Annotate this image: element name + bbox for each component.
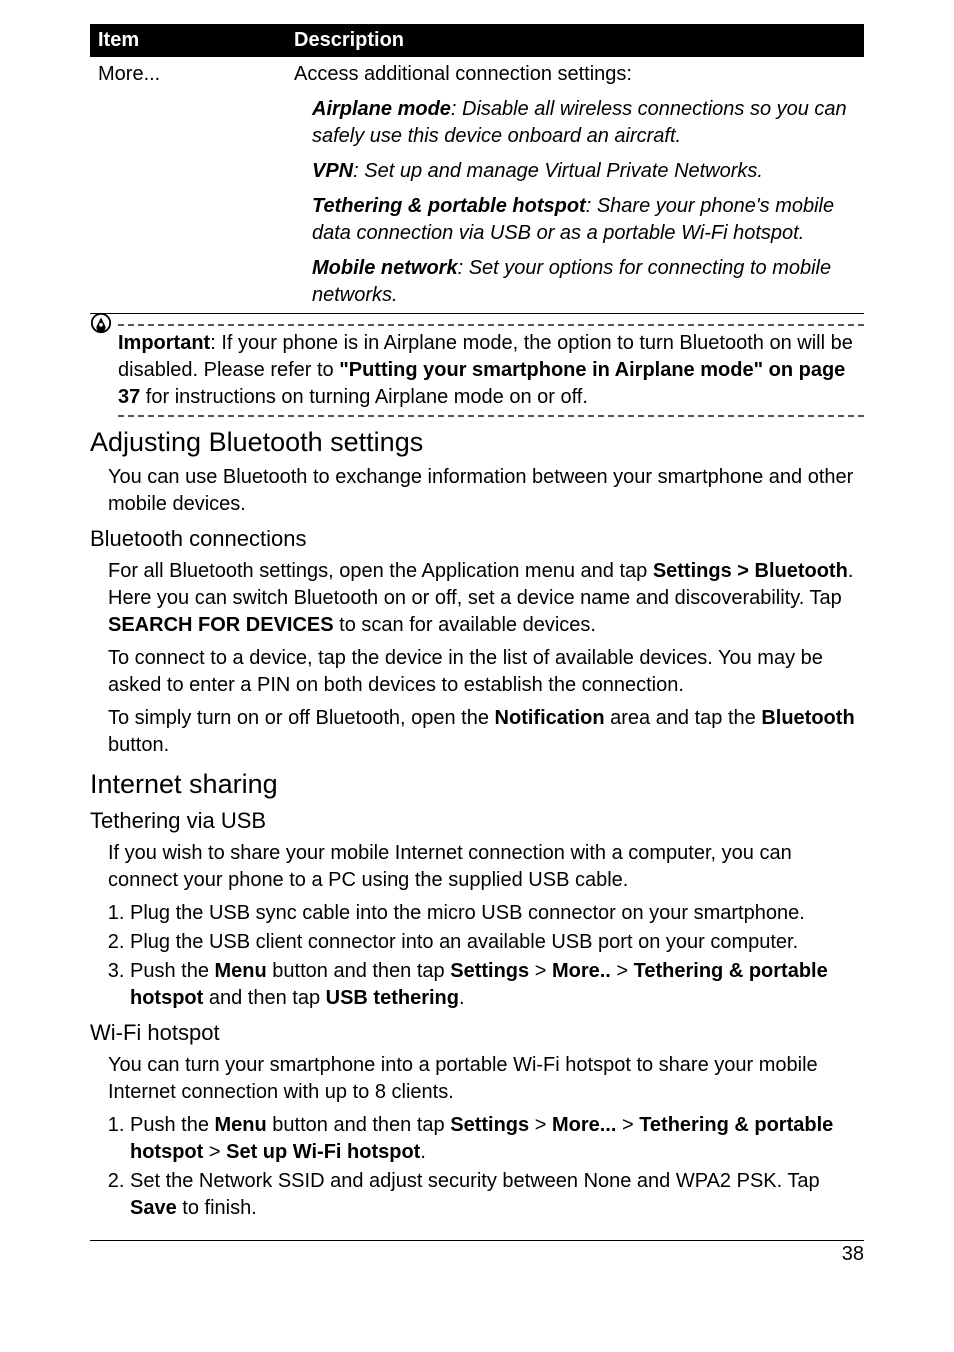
important-note: Important: If your phone is in Airplane … (90, 324, 864, 417)
bt-conn-p2: To connect to a device, tap the device i… (108, 645, 864, 699)
text: . (420, 1141, 426, 1163)
text: > (529, 1114, 552, 1136)
bluetooth-intro: You can use Bluetooth to exchange inform… (108, 464, 864, 518)
heading-internet-sharing: Internet sharing (90, 769, 864, 800)
text: area and tap the (605, 707, 762, 729)
bt-conn-p3: To simply turn on or off Bluetooth, open… (108, 705, 864, 759)
text: > (616, 1114, 639, 1136)
important-icon (90, 312, 112, 334)
bold: Menu (215, 1114, 267, 1136)
bold: More.. (552, 960, 611, 982)
text: > (529, 960, 552, 982)
bold: SEARCH FOR DEVICES (108, 614, 334, 636)
list-item: Plug the USB sync cable into the micro U… (130, 900, 864, 927)
table-header-row: Item Description (90, 24, 864, 57)
note-lead: Important (118, 332, 210, 354)
bold: USB tethering (326, 987, 459, 1009)
text: Set the Network SSID and adjust security… (130, 1170, 820, 1192)
list-item: Set the Network SSID and adjust security… (130, 1168, 864, 1222)
sub-lead: Airplane mode (312, 98, 451, 120)
text: button and then tap (267, 960, 451, 982)
table-row: VPN: Set up and manage Virtual Private N… (90, 154, 864, 189)
note-body: Important: If your phone is in Airplane … (118, 330, 864, 411)
wifi-intro: You can turn your smartphone into a port… (108, 1052, 864, 1106)
table-row: Airplane mode: Disable all wireless conn… (90, 92, 864, 154)
table-row: Tethering & portable hotspot: Share your… (90, 189, 864, 251)
text: > (203, 1141, 226, 1163)
page-number: 38 (842, 1243, 864, 1265)
sub-item-airplane: Airplane mode: Disable all wireless conn… (294, 96, 856, 150)
bold: Save (130, 1197, 177, 1219)
heading-wifi-hotspot: Wi-Fi hotspot (90, 1020, 864, 1046)
list-item: Push the Menu button and then tap Settin… (130, 958, 864, 1012)
bt-conn-p1: For all Bluetooth settings, open the App… (108, 558, 864, 639)
sub-item-tether: Tethering & portable hotspot: Share your… (294, 193, 856, 247)
note-dash-bottom (118, 415, 864, 417)
sub-item-vpn: VPN: Set up and manage Virtual Private N… (294, 158, 856, 185)
list-item: Plug the USB client connector into an av… (130, 929, 864, 956)
text: button. (108, 734, 169, 756)
table-row: Mobile network: Set your options for con… (90, 251, 864, 314)
bold: Settings (450, 1114, 529, 1136)
usb-steps: Plug the USB sync cable into the micro U… (108, 900, 864, 1012)
text: button and then tap (267, 1114, 451, 1136)
bold: Notification (495, 707, 605, 729)
bold: Settings (450, 960, 529, 982)
sub-lead: Tethering & portable hotspot (312, 195, 586, 217)
text: and then tap (203, 987, 325, 1009)
sub-lead: Mobile network (312, 257, 458, 279)
bold: Settings > Bluetooth (653, 560, 848, 582)
text: to finish. (177, 1197, 257, 1219)
text: . (459, 987, 465, 1009)
text: Push the (130, 960, 215, 982)
sub-lead: VPN (312, 160, 353, 182)
heading-tether-usb: Tethering via USB (90, 808, 864, 834)
text: For all Bluetooth settings, open the App… (108, 560, 653, 582)
page-footer: 38 (90, 1240, 864, 1266)
note-dash-top (118, 324, 864, 326)
page-container: Item Description More... Access addition… (0, 0, 954, 1352)
text: Push the (130, 1114, 215, 1136)
bold: Bluetooth (761, 707, 854, 729)
text: To simply turn on or off Bluetooth, open… (108, 707, 495, 729)
sub-rest: : Set up and manage Virtual Private Netw… (353, 160, 763, 182)
table-row: More... Access additional connection set… (90, 57, 864, 92)
bold: More... (552, 1114, 616, 1136)
text: to scan for available devices. (334, 614, 596, 636)
sub-item-mobile: Mobile network: Set your options for con… (294, 255, 856, 309)
heading-bluetooth: Adjusting Bluetooth settings (90, 427, 864, 458)
list-item: Push the Menu button and then tap Settin… (130, 1112, 864, 1166)
item-cell: More... (90, 57, 286, 92)
table-bottom-divider (90, 314, 864, 315)
bold: Menu (215, 960, 267, 982)
col-header-description: Description (286, 24, 864, 57)
col-header-item: Item (90, 24, 286, 57)
desc-cell-intro: Access additional connection settings: (286, 57, 864, 92)
heading-bt-connections: Bluetooth connections (90, 526, 864, 552)
text: > (611, 960, 634, 982)
usb-intro: If you wish to share your mobile Interne… (108, 840, 864, 894)
wifi-steps: Push the Menu button and then tap Settin… (108, 1112, 864, 1222)
note-text-2: for instructions on turning Airplane mod… (140, 386, 588, 408)
settings-table: Item Description More... Access addition… (90, 24, 864, 314)
bold: Set up Wi-Fi hotspot (226, 1141, 420, 1163)
